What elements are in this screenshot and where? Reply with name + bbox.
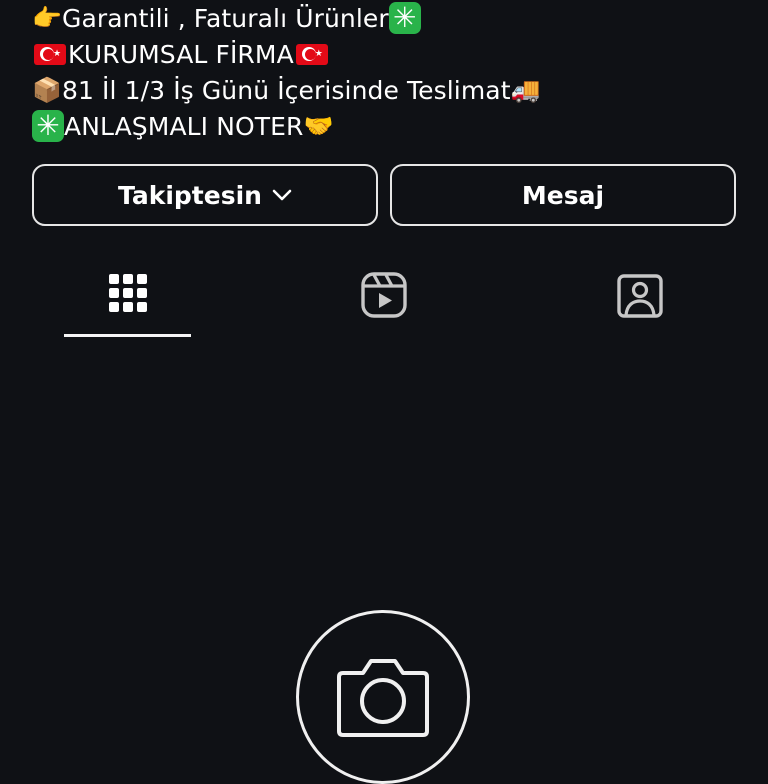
turkey-flag-icon: ★ (34, 43, 66, 65)
tab-tagged[interactable] (576, 264, 704, 336)
selected-tab-indicator (64, 334, 191, 337)
message-button[interactable]: Mesaj (390, 164, 736, 226)
package-icon: 📦 (32, 76, 62, 104)
message-button-label: Mesaj (521, 180, 605, 210)
handshake-icon: 🤝 (303, 112, 334, 140)
eight-spoked-asterisk-icon: ✳ (388, 2, 421, 34)
profile-action-buttons: Takiptesin Mesaj (32, 164, 736, 226)
following-button[interactable]: Takiptesin (32, 164, 378, 226)
turkey-flag-icon: ★ (295, 43, 328, 65)
reels-icon (361, 272, 407, 322)
profile-bio: 👉 Garantili , Faturalı Ürünler ✳ ★ KURUMSA… (32, 0, 732, 144)
eight-spoked-asterisk-icon: ✳ (32, 110, 64, 142)
backhand-index-pointing-right-icon: 👉 (32, 4, 62, 32)
bio-text-corporate: KURUMSAL FİRMA (68, 39, 294, 69)
bio-text-notary: ANLAŞMALI NOTER (64, 111, 304, 141)
bio-line-notary: ✳ ANLAŞMALI NOTER 🤝 (32, 108, 732, 144)
bio-line-corporate: ★ KURUMSAL FİRMA ★ (32, 36, 732, 72)
empty-posts-camera (296, 610, 470, 784)
bio-line-delivery: 📦 81 İl 1/3 İş Günü İçerisinde Teslimat 🚚 (32, 72, 732, 108)
grid-icon (107, 272, 149, 318)
bio-text-delivery: 81 İl 1/3 İş Günü İçerisinde Teslimat (61, 75, 511, 105)
delivery-truck-icon: 🚚 (510, 76, 541, 104)
tagged-icon (617, 272, 663, 322)
following-button-label: Takiptesin (118, 180, 262, 210)
bio-line-guarantee: 👉 Garantili , Faturalı Ürünler ✳ (32, 0, 732, 36)
bio-text-guarantee: Garantili , Faturalı Ürünler (61, 3, 389, 33)
profile-tabs (0, 264, 768, 337)
tab-posts-grid[interactable] (64, 264, 192, 336)
tab-reels[interactable] (320, 264, 448, 336)
chevron-down-icon (272, 189, 292, 201)
camera-icon (335, 655, 431, 743)
